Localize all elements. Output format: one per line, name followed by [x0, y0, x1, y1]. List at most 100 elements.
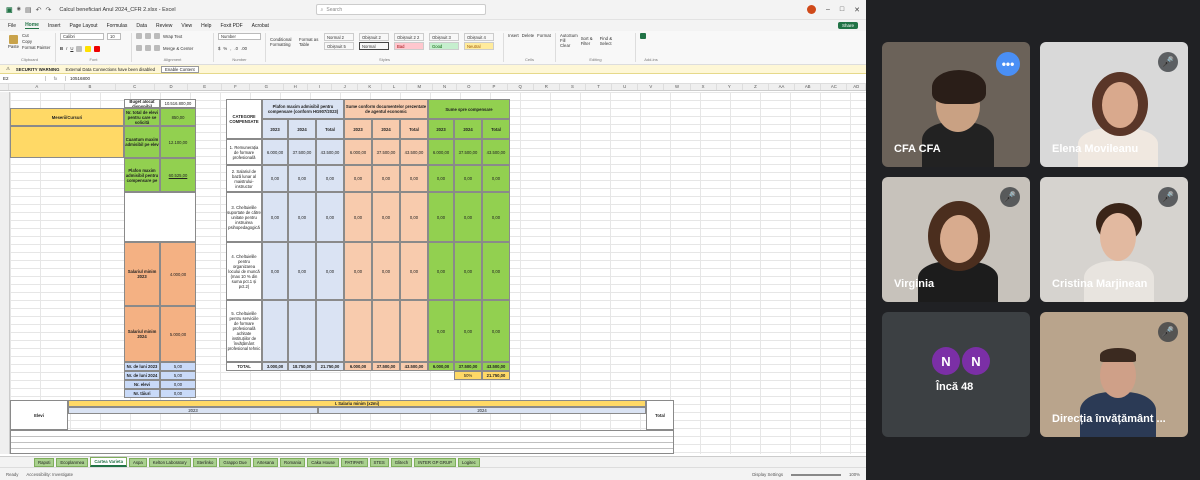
r5-plafon-2023[interactable] [262, 300, 288, 362]
r4-comp-2023[interactable]: 0,00 [428, 242, 454, 300]
plafon-table-header[interactable]: Plafon maxim admisibil pentru compensare… [262, 99, 344, 119]
budget-label[interactable]: Buget alocat disponibil [124, 99, 160, 108]
min-salary-2024-value[interactable]: 5.000,00 [160, 306, 196, 362]
col-n[interactable]: N [433, 84, 458, 90]
percent-cell[interactable]: 50% [454, 371, 482, 380]
col-x[interactable]: X [691, 84, 717, 90]
category-row-4[interactable]: 4. Cheltuielile pentru organizarea locul… [226, 242, 262, 300]
menu-help[interactable]: Help [201, 23, 211, 29]
align-right-icon[interactable] [154, 45, 160, 51]
r3-comp-total[interactable]: 0,00 [482, 192, 510, 242]
menu-data[interactable]: Data [136, 23, 147, 29]
col-c[interactable]: C [116, 84, 155, 90]
r5-comp-2024[interactable]: 0,00 [454, 300, 482, 362]
sheet-tab-stes[interactable]: STES [369, 457, 389, 467]
r4-sume-2023[interactable]: 0,00 [344, 242, 372, 300]
r4-sume-2024[interactable]: 0,00 [372, 242, 400, 300]
col-u[interactable]: U [612, 84, 639, 90]
sheet-tab-romania[interactable]: Romania [280, 457, 306, 467]
total-plafon-total[interactable]: 21.750,00 [316, 362, 344, 371]
plafon-value[interactable]: 60.525,00 [160, 158, 196, 192]
sheet-tab-aspa[interactable]: Aspa [128, 457, 147, 467]
r2-sume-2024[interactable]: 0,00 [372, 165, 400, 192]
r1-comp-2024[interactable]: 37.500,00 [454, 139, 482, 165]
r5-plafon-2024[interactable] [288, 300, 316, 362]
months-2024-label[interactable]: Nr. de luni 2024 [124, 371, 160, 380]
r5-sume-2024[interactable] [372, 300, 400, 362]
name-box[interactable]: E2 [0, 76, 46, 81]
paste-button[interactable]: Paste [8, 34, 19, 49]
fill-color-icon[interactable] [85, 45, 92, 52]
zoom-level[interactable]: 100% [849, 472, 860, 477]
col-s[interactable]: S [560, 84, 586, 90]
plafon-2024-header[interactable]: 2024 [288, 119, 316, 139]
participant-tile-virginia[interactable]: 🎤 Virginia [882, 177, 1030, 302]
menu-file[interactable]: File [8, 23, 16, 29]
style-normal[interactable]: Normal [359, 42, 389, 50]
half-total-cell[interactable]: 21.750,00 [482, 371, 510, 380]
students-label[interactable]: Nr. elevi [124, 380, 160, 389]
r1-comp-total[interactable]: 43.500,00 [482, 139, 510, 165]
plafon-label[interactable]: Plafon maxim admisibil pentru compensare… [124, 158, 160, 192]
sheet-tab-ecoplanmea[interactable]: Ecoplanmea [56, 457, 89, 467]
col-y[interactable]: Y [717, 84, 743, 90]
menu-home[interactable]: Home [25, 22, 39, 29]
col-r[interactable]: R [534, 84, 560, 90]
min-salary-2024-label[interactable]: Salariul minim 2024 [124, 306, 160, 362]
r3-plafon-2023[interactable]: 0,00 [262, 192, 288, 242]
col-h[interactable]: H [284, 84, 308, 90]
r1-sume-total[interactable]: 43.500,00 [400, 139, 428, 165]
format-painter-button[interactable]: Format Painter [22, 45, 50, 50]
sume-total-header[interactable]: Total [400, 119, 428, 139]
style-neutral[interactable]: Neutral [464, 42, 494, 50]
col-l[interactable]: L [382, 84, 407, 90]
r1-plafon-total[interactable]: 43.500,00 [316, 139, 344, 165]
plafon-2023-header[interactable]: 2023 [262, 119, 288, 139]
max-amount-label[interactable]: Cuantum maxim admisibil pe elev [124, 126, 160, 158]
menu-acrobat[interactable]: Acrobat [252, 23, 269, 29]
menu-insert[interactable]: Insert [48, 23, 61, 29]
r1-sume-2024[interactable]: 37.500,00 [372, 139, 400, 165]
r2-plafon-2024[interactable]: 0,00 [288, 165, 316, 192]
more-options-button[interactable]: ••• [996, 52, 1020, 76]
format-as-table-button[interactable]: Format as Table [299, 37, 321, 47]
sume-table-header[interactable]: Sume conform documentelor prezentate de … [344, 99, 428, 119]
sort-filter-button[interactable]: Sort & Filter [581, 36, 597, 46]
min-salary-2023-label[interactable]: Salariul minim 2023 [124, 242, 160, 306]
r3-plafon-2024[interactable]: 0,00 [288, 192, 316, 242]
category-row-5[interactable]: 5. Cheltuielile pentru serviciile de for… [226, 300, 262, 362]
align-left-icon[interactable] [136, 45, 142, 51]
empty-cell-block[interactable] [124, 192, 196, 242]
font-name-select[interactable]: Calibri [60, 33, 104, 40]
meserii-header[interactable]: Meserii/Cursuri [10, 108, 124, 126]
find-select-button[interactable]: Find & Select [600, 36, 616, 46]
redo-icon[interactable]: ↷ [46, 6, 52, 14]
user-avatar[interactable] [806, 5, 816, 14]
r4-plafon-2023[interactable]: 0,00 [262, 242, 288, 300]
style-normal-2[interactable]: Normal 2 [324, 33, 354, 41]
students-column-header[interactable]: Elevi [10, 400, 68, 430]
comma-button[interactable]: , [230, 46, 231, 51]
fx-icon[interactable]: fx [46, 76, 66, 81]
col-k[interactable]: K [358, 84, 383, 90]
search-input[interactable]: ⌕ Search [315, 4, 486, 15]
display-settings-button[interactable]: Display Settings [752, 472, 783, 477]
menu-page-layout[interactable]: Page Layout [69, 23, 97, 29]
align-bottom-icon[interactable] [154, 33, 160, 39]
sheet-tab-sterlinko[interactable]: Sterlinko [192, 457, 218, 467]
r4-plafon-total[interactable]: 0,00 [316, 242, 344, 300]
close-icon[interactable]: ✕ [854, 6, 860, 14]
total-students-label[interactable]: Nr. total de elevi pentru care se solici… [124, 108, 160, 126]
font-size-select[interactable]: 10 [107, 33, 121, 40]
r3-comp-2024[interactable]: 0,00 [454, 192, 482, 242]
percent-button[interactable]: % [223, 46, 227, 51]
min-salary-2023-value[interactable]: 4.000,00 [160, 242, 196, 306]
col-aa[interactable]: AA [769, 84, 796, 90]
undo-icon[interactable]: ↶ [36, 6, 42, 14]
col-g[interactable]: G [250, 84, 284, 90]
share-button[interactable]: Share [837, 22, 858, 29]
categories-header[interactable]: CATEGORII COMPENSATE [226, 99, 262, 139]
participant-tile-elena[interactable]: 🎤 Elena Movileanu [1040, 42, 1188, 167]
r3-plafon-total[interactable]: 0,00 [316, 192, 344, 242]
salary-section-header[interactable]: I. Salariu minim (x2mi) [68, 400, 646, 407]
